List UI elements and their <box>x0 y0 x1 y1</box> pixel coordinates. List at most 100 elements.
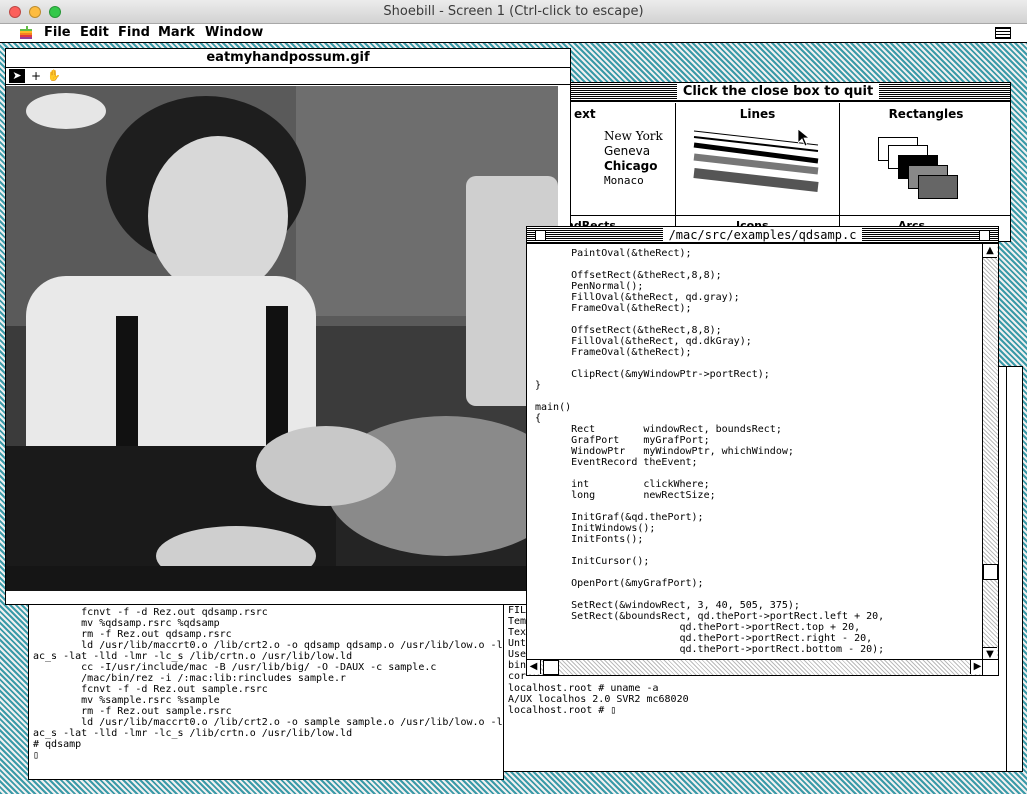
code-horizontal-scrollbar[interactable]: ◀ ▶ <box>527 659 984 675</box>
qd-font-chicago: Chicago <box>604 159 658 173</box>
code-window-titlebar[interactable]: /mac/src/examples/qdsamp.c <box>527 227 998 244</box>
hand-tool-icon[interactable]: ✋ <box>46 69 62 83</box>
zoom-box-icon[interactable] <box>979 230 990 241</box>
host-window-title: Shoebill - Screen 1 (Ctrl-click to escap… <box>383 4 644 19</box>
code-text[interactable]: PaintOval(&theRect); OffsetRect(&theRect… <box>535 248 884 655</box>
code-line[interactable]: FillOval(&theRect, qd.gray); <box>535 292 884 303</box>
code-line[interactable]: WindowPtr myWindowPtr, whichWindow; <box>535 446 884 457</box>
qd-text-heading: ext <box>574 107 596 121</box>
left-terminal-window[interactable]: fcnvt -f -d Rez.out qdsamp.rsrc mv %qdsa… <box>28 584 504 780</box>
code-line[interactable] <box>535 589 884 600</box>
emulated-screen[interactable]: File Edit Find Mark Window FIL Temp Tex … <box>0 24 1027 794</box>
menu-find[interactable]: Find <box>118 25 150 40</box>
code-line[interactable]: FillOval(&theRect, qd.dkGray); <box>535 336 884 347</box>
code-line[interactable]: GrafPort myGrafPort; <box>535 435 884 446</box>
gif-window-title: eatmyhandpossum.gif <box>200 50 376 65</box>
qd-bottom-divider <box>546 215 1010 216</box>
code-line[interactable] <box>535 545 884 556</box>
code-line[interactable]: Rect windowRect, boundsRect; <box>535 424 884 435</box>
arrow-tool-icon[interactable]: ➤ <box>9 69 25 83</box>
terminal-line: cc -I/usr/include/mac -B /usr/lib/big/ -… <box>33 662 437 673</box>
code-line[interactable]: PenNormal(); <box>535 281 884 292</box>
possum-photo <box>6 86 558 591</box>
code-line[interactable]: int clickWhere; <box>535 479 884 490</box>
scroll-thumb[interactable] <box>983 564 998 580</box>
code-line[interactable] <box>535 259 884 270</box>
qd-font-geneva: Geneva <box>604 144 651 158</box>
terminal-line: fcnvt -f -d Rez.out sample.rsrc <box>33 684 268 695</box>
code-line[interactable]: InitCursor(); <box>535 556 884 567</box>
code-vertical-scrollbar[interactable]: ▲ ▼ <box>982 244 998 661</box>
crosshair-tool-icon[interactable]: + <box>28 69 44 83</box>
terminal-line: fcnvt -f -d Rez.out qdsamp.rsrc <box>33 607 268 618</box>
grow-box-icon[interactable] <box>982 659 998 675</box>
code-line[interactable] <box>535 358 884 369</box>
code-body[interactable]: PaintOval(&theRect); OffsetRect(&theRect… <box>527 244 982 661</box>
horizontal-scroll-thumb[interactable] <box>543 660 559 675</box>
gif-toolbar: ➤ + ✋ <box>6 68 570 85</box>
terminal-line: rm -f Rez.out sample.rsrc <box>33 706 232 717</box>
code-line[interactable]: long newRectSize; <box>535 490 884 501</box>
code-line[interactable]: InitFonts(); <box>535 534 884 545</box>
code-line[interactable]: InitGraf(&qd.thePort); <box>535 512 884 523</box>
code-line[interactable]: EventRecord theEvent; <box>535 457 884 468</box>
code-editor-window[interactable]: /mac/src/examples/qdsamp.c PaintOval(&th… <box>526 226 999 676</box>
mac-menubar: File Edit Find Mark Window <box>0 24 1027 43</box>
host-titlebar: Shoebill - Screen 1 (Ctrl-click to escap… <box>0 0 1027 24</box>
close-box-icon[interactable] <box>535 230 546 241</box>
code-line[interactable]: OffsetRect(&theRect,8,8); <box>535 270 884 281</box>
code-line[interactable] <box>535 314 884 325</box>
code-line[interactable]: qd.thePort->portRect.right - 20, <box>535 633 884 644</box>
application-menu-icon[interactable] <box>995 27 1011 39</box>
terminal-line: ac_s -lat -lld -lmr -lc_s /lib/crtn.o /u… <box>33 651 353 662</box>
right-terminal-scrollbar[interactable] <box>1006 367 1022 771</box>
terminal-line: ld /usr/lib/maccrt0.o /lib/crt2.o -o qds… <box>33 640 504 651</box>
mouse-cursor-icon <box>798 129 810 147</box>
quickdraw-demo-window[interactable]: Click the close box to quit ext New York… <box>545 82 1011 242</box>
menu-file[interactable]: File <box>44 25 71 40</box>
code-line[interactable]: FrameOval(&theRect); <box>535 303 884 314</box>
terminal-line: A/UX localhos 2.0 SVR2 mc68020 <box>508 694 689 705</box>
code-line[interactable]: { <box>535 413 884 424</box>
menu-mark[interactable]: Mark <box>158 25 195 40</box>
terminal-line: localhost.root # ▯ <box>508 705 617 716</box>
code-line[interactable]: PaintOval(&theRect); <box>535 248 884 259</box>
code-window-title: /mac/src/examples/qdsamp.c <box>662 228 863 242</box>
code-line[interactable]: OffsetRect(&theRect,8,8); <box>535 325 884 336</box>
code-line[interactable]: qd.thePort->portRect.bottom - 20); <box>535 644 885 655</box>
menu-window[interactable]: Window <box>205 25 263 40</box>
code-line[interactable]: SetRect(&boundsRect, qd.thePort->portRec… <box>535 611 884 622</box>
code-line[interactable]: main() <box>535 402 884 413</box>
qd-font-new-york: New York <box>604 129 663 143</box>
code-line[interactable]: qd.thePort->portRect.top + 20, <box>535 622 884 633</box>
scroll-up-arrow-icon[interactable]: ▲ <box>983 244 997 258</box>
gif-window-titlebar[interactable]: eatmyhandpossum.gif <box>6 49 570 68</box>
quickdraw-window-title: Click the close box to quit <box>676 84 880 99</box>
menu-edit[interactable]: Edit <box>80 25 109 40</box>
terminal-line: /mac/bin/rez -i /:mac:lib:rincludes samp… <box>33 673 347 684</box>
code-line[interactable] <box>535 567 884 578</box>
terminal-line: # qdsamp <box>33 739 82 750</box>
terminal-line: localhost.root # uname -a <box>508 683 659 694</box>
qd-rectangles-section: Rectangles <box>840 103 1010 241</box>
gif-viewer-window[interactable]: eatmyhandpossum.gif ➤ + ✋ <box>5 48 571 605</box>
terminal-line: ld /usr/lib/maccrt0.o /lib/crt2.o -o sam… <box>33 717 504 728</box>
terminal-cursor: ▯ <box>33 750 40 761</box>
scroll-left-arrow-icon[interactable]: ◀ <box>527 660 541 674</box>
code-line[interactable]: FrameOval(&theRect); <box>535 347 884 358</box>
code-line[interactable]: } <box>535 380 884 391</box>
code-line[interactable]: SetRect(&windowRect, 3, 40, 505, 375); <box>535 600 884 611</box>
code-line[interactable] <box>535 501 884 512</box>
terminal-line: ac_s -lat -lld -lmr -lc_s /lib/crtn.o /u… <box>33 728 353 739</box>
right-terminal-output: localhost.root # uname -a A/UX localhos … <box>508 683 689 716</box>
code-line[interactable]: OpenPort(&myGrafPort); <box>535 578 884 589</box>
quickdraw-window-titlebar[interactable]: Click the close box to quit <box>546 83 1010 102</box>
code-line[interactable]: InitWindows(); <box>535 523 884 534</box>
terminal-line: mv %sample.rsrc %sample <box>33 695 220 706</box>
left-terminal-output: fcnvt -f -d Rez.out qdsamp.rsrc mv %qdsa… <box>33 607 504 761</box>
code-line[interactable]: ClipRect(&myWindowPtr->portRect); <box>535 369 884 380</box>
apple-menu-icon[interactable] <box>20 26 32 40</box>
code-line[interactable] <box>535 468 884 479</box>
qd-rectangles-heading: Rectangles <box>888 107 964 121</box>
code-line[interactable] <box>535 391 884 402</box>
